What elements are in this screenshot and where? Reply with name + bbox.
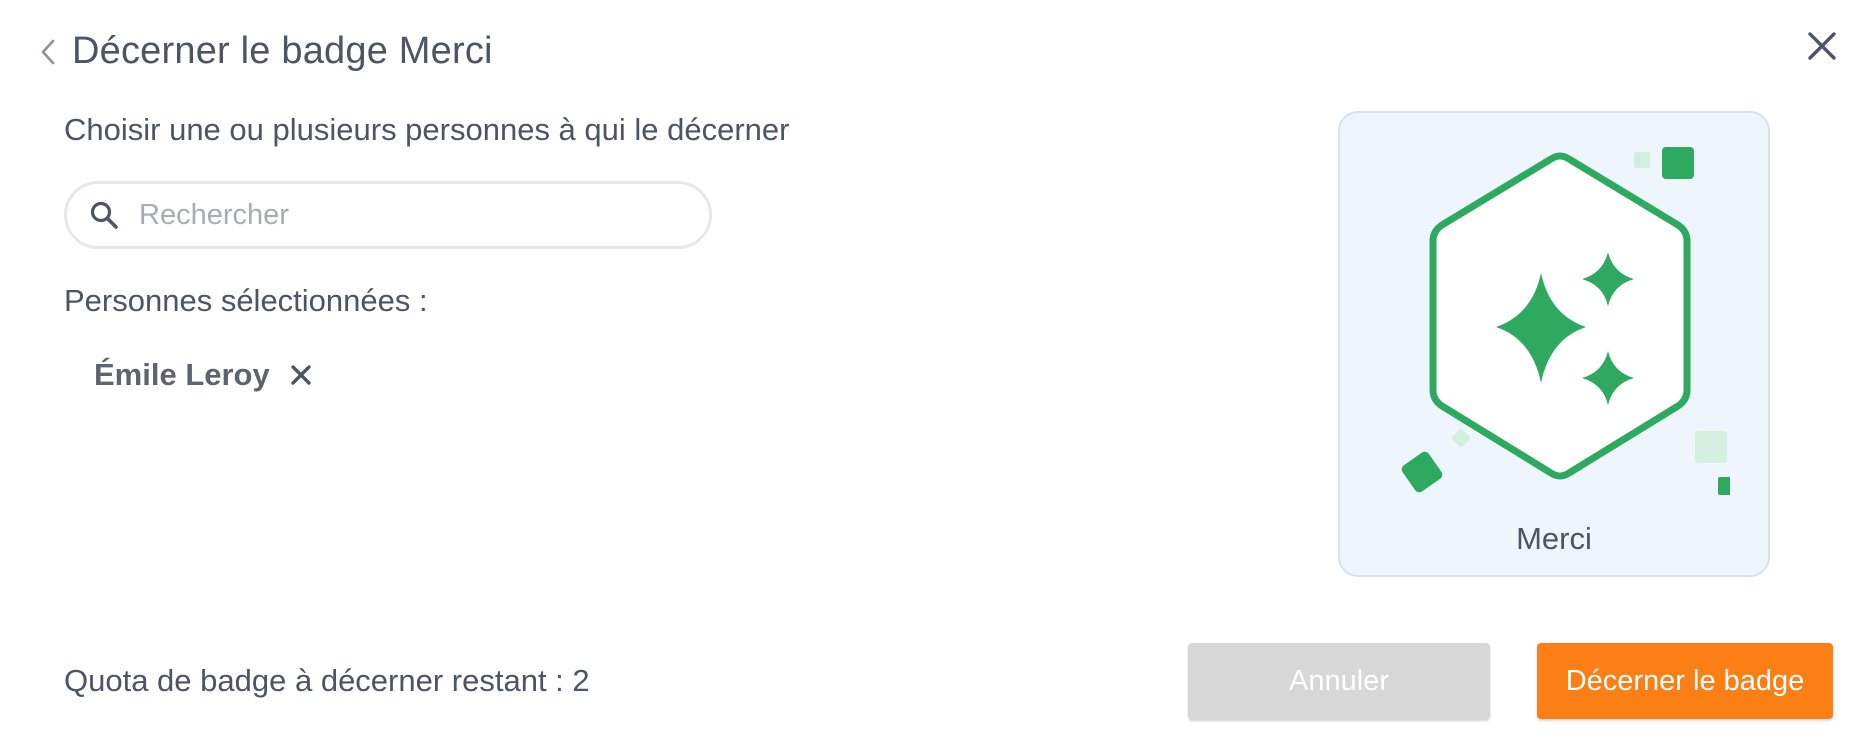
dialog-header: Décerner le badge Merci xyxy=(36,30,493,73)
back-button[interactable] xyxy=(36,36,60,68)
selected-person-name: Émile Leroy xyxy=(94,357,270,392)
badge-name: Merci xyxy=(1516,521,1592,556)
remove-person-button[interactable] xyxy=(288,362,314,388)
close-button[interactable] xyxy=(1800,24,1844,68)
chevron-left-icon xyxy=(41,39,55,64)
close-icon xyxy=(1808,32,1836,60)
badge-preview-card: Merci xyxy=(1338,111,1770,577)
page-title: Décerner le badge Merci xyxy=(72,30,493,72)
selected-person-chip: Émile Leroy xyxy=(94,357,314,393)
award-badge-dialog: Décerner le badge Merci Choisir une ou p… xyxy=(0,0,1860,748)
remaining-quota: Quota de badge à décerner restant : 2 xyxy=(64,663,590,698)
remove-x-icon xyxy=(291,365,311,385)
award-badge-button[interactable]: Décerner le badge xyxy=(1537,643,1833,719)
search-icon xyxy=(89,200,119,230)
cancel-button[interactable]: Annuler xyxy=(1188,643,1490,719)
recipient-instruction: Choisir une ou plusieurs personnes à qui… xyxy=(64,112,790,147)
selected-people-label: Personnes sélectionnées : xyxy=(64,283,428,318)
sparkles-hexagon-badge-icon xyxy=(1401,147,1730,495)
search-field[interactable] xyxy=(64,181,712,249)
search-input[interactable] xyxy=(137,197,661,233)
